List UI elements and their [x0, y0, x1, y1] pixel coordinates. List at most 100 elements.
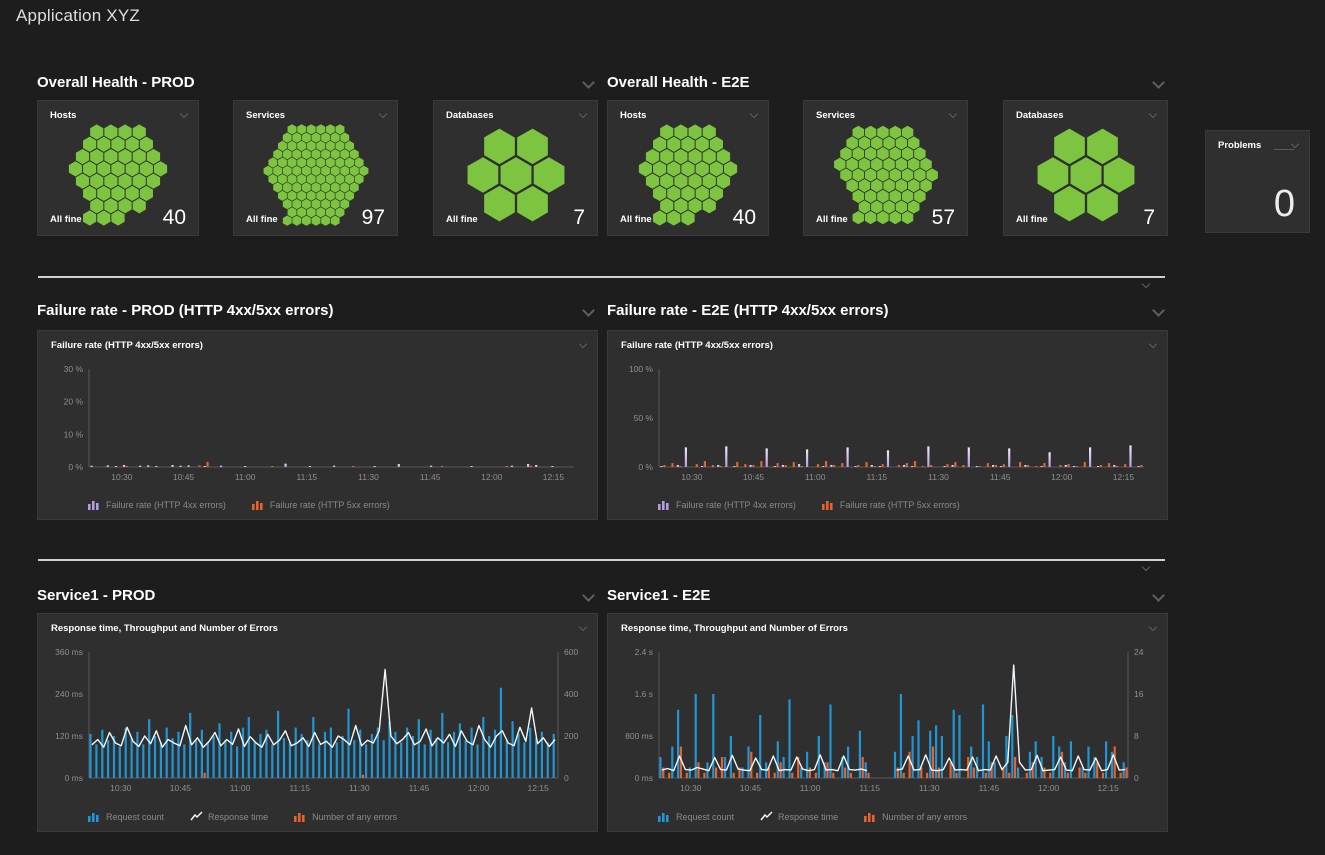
svg-text:11:00: 11:00: [805, 472, 826, 482]
tile-title: Databases: [446, 110, 494, 121]
svg-text:12:15: 12:15: [527, 783, 549, 793]
svg-text:11:30: 11:30: [919, 783, 940, 793]
legend-item[interactable]: Failure rate (HTTP 4xx errors): [658, 499, 796, 510]
chart-failure-prod[interactable]: Failure rate (HTTP 4xx/5xx errors) 30 %2…: [37, 330, 598, 520]
legend-label: Failure rate (HTTP 4xx errors): [676, 500, 796, 510]
svg-text:600: 600: [564, 647, 578, 657]
chevron-down-icon[interactable]: [180, 110, 188, 118]
legend-item[interactable]: Number of any errors: [294, 811, 397, 822]
bar-series-icon: [294, 811, 307, 822]
chart-title: Response time, Throughput and Number of …: [621, 623, 848, 634]
entity-count: 40: [733, 206, 756, 230]
chevron-down-icon[interactable]: [1291, 140, 1299, 148]
bar-series-icon: [822, 499, 835, 510]
legend-item[interactable]: Response time: [760, 811, 838, 822]
section-collapse-chevron[interactable]: [1142, 563, 1150, 571]
section-title-service-e2e: Service1 - E2E: [607, 587, 710, 604]
tile-databases-prod[interactable]: Databases All fine 7: [433, 100, 598, 236]
legend-item[interactable]: Failure rate (HTTP 5xx errors): [822, 499, 960, 510]
chevron-down-icon[interactable]: [379, 110, 387, 118]
legend-item[interactable]: Request count: [658, 811, 734, 822]
status-label: All fine: [1016, 214, 1048, 225]
legend-label: Response time: [208, 812, 268, 822]
chart-failure-e2e[interactable]: Failure rate (HTTP 4xx/5xx errors) 100 %…: [607, 330, 1168, 520]
chevron-down-icon[interactable]: [1152, 304, 1165, 317]
svg-text:12:00: 12:00: [1051, 472, 1073, 482]
tile-title: Services: [816, 110, 855, 121]
tile-services-e2e[interactable]: Services All fine 57: [803, 100, 968, 236]
svg-text:11:45: 11:45: [409, 783, 430, 793]
legend-item[interactable]: Failure rate (HTTP 4xx errors): [88, 499, 226, 510]
chevron-down-icon[interactable]: [750, 110, 758, 118]
svg-text:12:15: 12:15: [543, 472, 565, 482]
legend-item[interactable]: Response time: [190, 811, 268, 822]
section-title-overall-e2e: Overall Health - E2E: [607, 74, 750, 91]
tile-hosts-prod[interactable]: Hosts All fine 40: [37, 100, 199, 236]
filter-dash: [1274, 149, 1294, 150]
status-label: All fine: [620, 214, 652, 225]
svg-text:12:15: 12:15: [1097, 783, 1119, 793]
page-title: Application XYZ: [16, 6, 140, 26]
tile-problems[interactable]: Problems 0: [1205, 130, 1310, 233]
bar-series-icon: [252, 499, 265, 510]
chart-legend: Request count Response time Number of any …: [658, 811, 967, 822]
svg-text:12:00: 12:00: [468, 783, 490, 793]
bar-series-icon: [88, 499, 101, 510]
svg-text:11:45: 11:45: [420, 472, 441, 482]
section-title-failure-e2e: Failure rate - E2E (HTTP 4xx/5xx errors): [607, 302, 889, 319]
service-metrics-chart: 360 ms240 ms120 ms0 ms600400200010:3010:…: [38, 642, 599, 802]
tile-title: Problems: [1218, 140, 1261, 151]
chart-service-e2e[interactable]: Response time, Throughput and Number of …: [607, 613, 1168, 832]
svg-text:0 ms: 0 ms: [635, 773, 653, 783]
legend-item[interactable]: Number of any errors: [864, 811, 967, 822]
svg-text:800 ms: 800 ms: [625, 731, 653, 741]
svg-text:0: 0: [1134, 773, 1139, 783]
legend-label: Request count: [106, 812, 164, 822]
tile-hosts-e2e[interactable]: Hosts All fine 40: [607, 100, 769, 236]
status-label: All fine: [816, 214, 848, 225]
svg-text:1.6 s: 1.6 s: [635, 689, 653, 699]
entity-count: 7: [573, 206, 585, 230]
svg-text:360 ms: 360 ms: [55, 647, 83, 657]
chevron-down-icon[interactable]: [1149, 340, 1157, 348]
chevron-down-icon[interactable]: [579, 340, 587, 348]
status-label: All fine: [246, 214, 278, 225]
entity-count: 40: [163, 206, 186, 230]
problems-count: 0: [1274, 183, 1295, 226]
svg-text:10:45: 10:45: [170, 783, 192, 793]
chevron-down-icon[interactable]: [582, 589, 595, 602]
svg-text:11:30: 11:30: [358, 472, 379, 482]
svg-text:8: 8: [1134, 731, 1139, 741]
svg-text:16: 16: [1134, 689, 1144, 699]
chevron-down-icon[interactable]: [1149, 623, 1157, 631]
chevron-down-icon[interactable]: [1152, 589, 1165, 602]
svg-text:11:45: 11:45: [990, 472, 1011, 482]
chevron-down-icon[interactable]: [582, 76, 595, 89]
tile-title: Services: [246, 110, 285, 121]
entity-count: 57: [932, 206, 955, 230]
svg-text:11:15: 11:15: [859, 783, 880, 793]
chevron-down-icon[interactable]: [1149, 110, 1157, 118]
svg-text:10:30: 10:30: [111, 472, 133, 482]
chevron-down-icon[interactable]: [579, 110, 587, 118]
bar-series-icon: [658, 811, 671, 822]
bar-series-icon: [658, 499, 671, 510]
legend-item[interactable]: Request count: [88, 811, 164, 822]
chevron-down-icon[interactable]: [582, 304, 595, 317]
chevron-down-icon[interactable]: [949, 110, 957, 118]
svg-text:10 %: 10 %: [64, 429, 84, 439]
tile-title: Databases: [1016, 110, 1064, 121]
chevron-down-icon[interactable]: [579, 623, 587, 631]
dashboard: Application XYZ Overall Health - PROD Ov…: [0, 0, 1325, 855]
tile-services-prod[interactable]: Services All fine 97: [233, 100, 398, 236]
legend-item[interactable]: Failure rate (HTTP 5xx errors): [252, 499, 390, 510]
legend-label: Number of any errors: [882, 812, 967, 822]
section-collapse-chevron[interactable]: [1142, 280, 1150, 288]
tile-databases-e2e[interactable]: Databases All fine 7: [1003, 100, 1168, 236]
chevron-down-icon[interactable]: [1152, 76, 1165, 89]
status-label: All fine: [50, 214, 82, 225]
service-metrics-chart: 2.4 s1.6 s800 ms0 ms24168010:3010:4511:0…: [608, 642, 1169, 802]
svg-text:200: 200: [564, 731, 578, 741]
chart-service-prod[interactable]: Response time, Throughput and Number of …: [37, 613, 598, 832]
svg-text:10:30: 10:30: [110, 783, 132, 793]
